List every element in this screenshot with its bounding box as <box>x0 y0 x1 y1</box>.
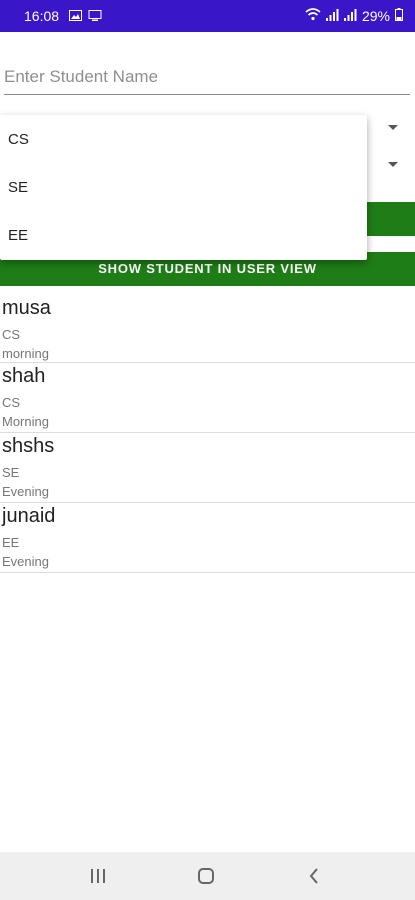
student-name: musa <box>2 297 51 319</box>
wifi-icon <box>305 8 321 24</box>
student-shift: morning <box>2 346 49 361</box>
status-bar: 16:08 29% <box>0 0 415 32</box>
department-dropdown: CS SE EE <box>0 115 367 260</box>
signal-icon <box>343 8 357 24</box>
student-shift: Evening <box>2 554 49 569</box>
signal-icon <box>325 8 339 24</box>
dropdown-option-se[interactable]: SE <box>0 164 367 212</box>
student-shift: Morning <box>2 414 49 429</box>
student-name-field[interactable] <box>4 62 410 95</box>
shift-spinner-arrow-icon[interactable] <box>388 162 398 167</box>
home-icon[interactable] <box>194 864 218 888</box>
list-item[interactable]: musa CS morning <box>0 295 415 363</box>
gallery-icon <box>69 8 83 24</box>
student-list: musa CS morning shah CS Morning shshs SE… <box>0 295 415 573</box>
dropdown-option-cs[interactable]: CS <box>0 116 367 164</box>
student-department: CS <box>2 395 21 410</box>
status-time: 16:08 <box>24 8 60 24</box>
student-name: shah <box>2 365 46 387</box>
cast-icon <box>88 8 102 24</box>
dropdown-option-ee[interactable]: EE <box>0 212 367 260</box>
list-item[interactable]: shshs SE Evening <box>0 433 415 503</box>
student-name: junaid <box>2 505 56 527</box>
student-department: EE <box>2 535 20 550</box>
list-item[interactable]: shah CS Morning <box>0 363 415 433</box>
battery-icon <box>395 8 403 24</box>
department-spinner-arrow-icon[interactable] <box>388 125 398 130</box>
battery-percent: 29% <box>361 8 390 24</box>
student-shift: Evening <box>2 484 49 499</box>
student-name-input[interactable] <box>4 62 410 92</box>
student-department: SE <box>2 465 20 480</box>
student-department: CS <box>2 327 21 342</box>
list-item[interactable]: junaid EE Evening <box>0 503 415 573</box>
navigation-bar <box>0 852 415 900</box>
back-icon[interactable] <box>302 864 326 888</box>
student-name: shshs <box>2 435 55 457</box>
recents-icon[interactable] <box>86 864 110 888</box>
